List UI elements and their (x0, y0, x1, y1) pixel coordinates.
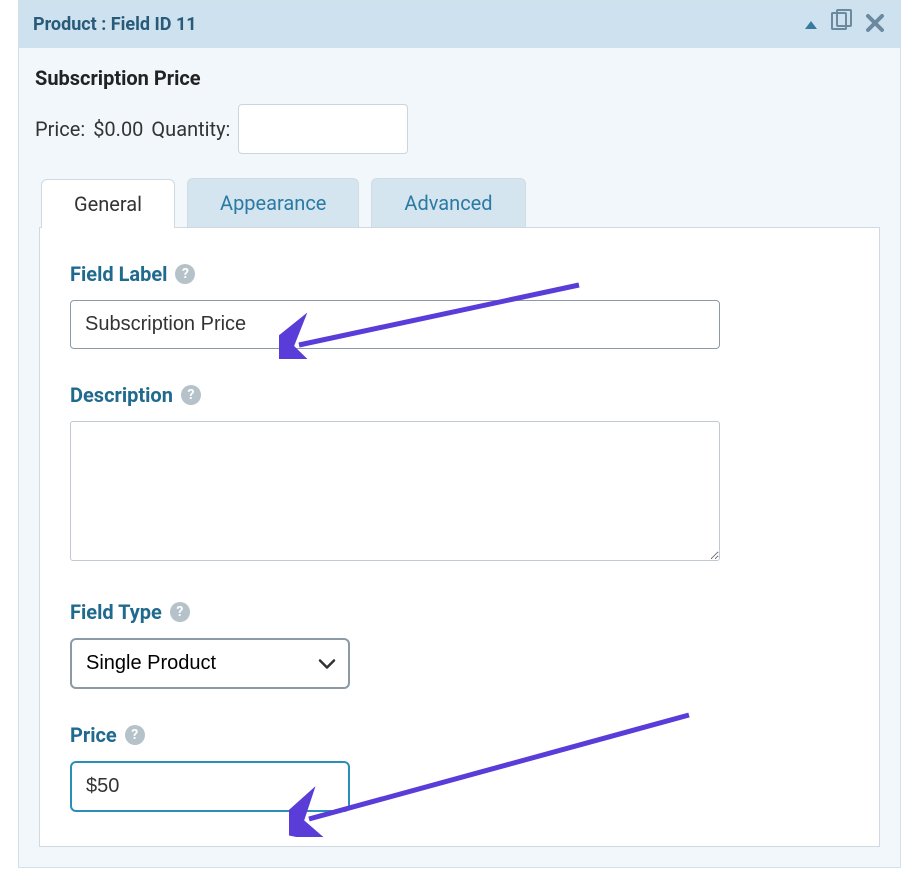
field-label-text: Field Label (70, 262, 167, 286)
field-settings-panel: Product : Field ID 11 Subscription Price (18, 0, 901, 868)
section-title: Subscription Price (19, 48, 900, 98)
description-textarea[interactable] (70, 421, 720, 561)
field-group-price: Price ? (70, 723, 849, 812)
duplicate-icon[interactable] (828, 9, 854, 40)
field-label-input[interactable] (70, 300, 720, 349)
tab-general[interactable]: General (41, 179, 175, 228)
description-heading: Description ? (70, 383, 849, 407)
price-input[interactable] (70, 761, 350, 812)
panel-header: Product : Field ID 11 (19, 1, 900, 48)
price-heading: Price ? (70, 723, 849, 747)
field-group-type: Field Type ? (70, 600, 849, 689)
panel-title: Product : Field ID 11 (33, 14, 197, 35)
price-label: Price: (35, 117, 85, 141)
tab-appearance[interactable]: Appearance (187, 178, 359, 227)
field-group-description: Description ? (70, 383, 849, 566)
price-quantity-row: Price: $0.00 Quantity: (19, 98, 900, 178)
tab-body-general: Field Label ? Description ? Field Type ? (39, 227, 880, 847)
field-type-heading: Field Type ? (70, 600, 849, 624)
help-icon[interactable]: ? (125, 725, 145, 745)
price-text: Price (70, 723, 117, 747)
field-group-label: Field Label ? (70, 262, 849, 349)
tab-advanced[interactable]: Advanced (371, 178, 525, 227)
help-icon[interactable]: ? (170, 602, 190, 622)
collapse-icon[interactable] (804, 14, 818, 35)
quantity-input[interactable] (238, 104, 408, 154)
tabs-bar: General Appearance Advanced (19, 178, 900, 227)
help-icon[interactable]: ? (181, 385, 201, 405)
field-type-text: Field Type (70, 600, 162, 624)
price-value: $0.00 (93, 117, 143, 141)
field-type-select-wrap (70, 638, 350, 689)
panel-actions (804, 9, 886, 40)
description-text: Description (70, 383, 173, 407)
close-icon[interactable] (864, 11, 886, 39)
field-label-heading: Field Label ? (70, 262, 849, 286)
field-type-select[interactable] (70, 638, 350, 689)
help-icon[interactable]: ? (175, 264, 195, 284)
quantity-label: Quantity: (151, 117, 230, 141)
